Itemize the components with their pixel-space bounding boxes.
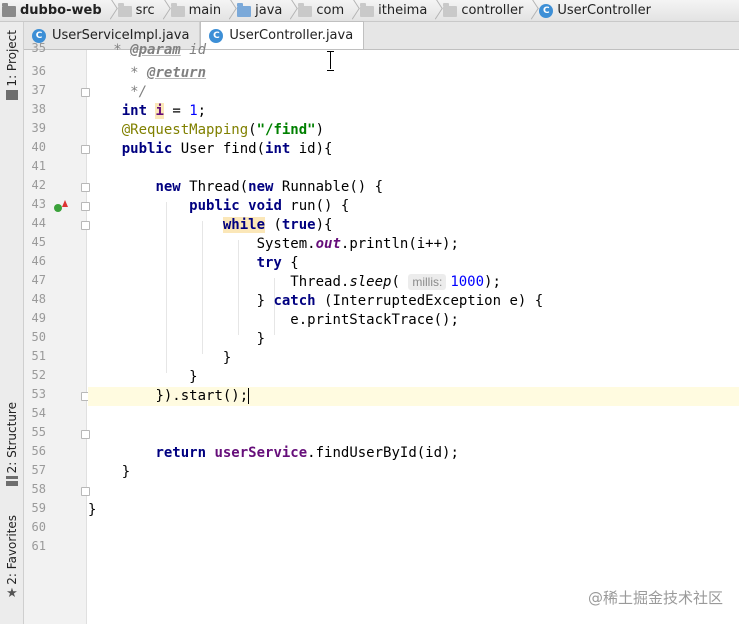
code-line-43: public void run() { bbox=[189, 198, 350, 214]
folder-icon bbox=[170, 3, 185, 17]
line-number: 52 bbox=[31, 368, 46, 382]
breadcrumb-item-java[interactable]: java bbox=[225, 0, 286, 21]
code-line-56: return userService.findUserById(id); bbox=[155, 445, 459, 461]
project-icon bbox=[6, 89, 18, 100]
line-number: 49 bbox=[31, 311, 46, 325]
code-line-37: */ bbox=[121, 84, 148, 100]
code-line-47: Thread.sleep( millis: 1000); bbox=[290, 274, 501, 290]
code-line-46: try { bbox=[256, 255, 299, 271]
code-line-57: } bbox=[121, 464, 131, 480]
line-number: 53 bbox=[31, 387, 46, 401]
package-icon bbox=[360, 3, 375, 17]
breadcrumb-item-itheima[interactable]: itheima bbox=[348, 0, 431, 21]
line-number: 57 bbox=[31, 463, 46, 477]
code-line-36: * @return bbox=[121, 65, 207, 81]
text-cursor-icon bbox=[326, 51, 335, 71]
line-number: 55 bbox=[31, 425, 46, 439]
line-number: 43 bbox=[31, 197, 46, 211]
override-arrow-icon[interactable] bbox=[62, 200, 68, 207]
line-number: 44 bbox=[31, 216, 46, 230]
class-icon: C bbox=[539, 3, 554, 18]
source-folder-icon bbox=[237, 3, 252, 17]
code-line-50: } bbox=[256, 331, 266, 347]
breadcrumb-item-dubbo-web[interactable]: dubbo-web bbox=[0, 0, 106, 21]
line-number: 47 bbox=[31, 273, 46, 287]
line-number: 41 bbox=[31, 159, 46, 173]
structure-icon bbox=[6, 476, 18, 487]
favorites-tool-button[interactable]: 2: Favorites ★ bbox=[0, 515, 24, 601]
code-line-49: e.printStackTrace(); bbox=[290, 312, 459, 328]
code-line-44: while (true){ bbox=[222, 217, 333, 233]
package-icon bbox=[298, 3, 313, 17]
line-number: 39 bbox=[31, 121, 46, 135]
navigation-breadcrumb: dubbo-web src main java com itheima cont… bbox=[0, 0, 739, 22]
package-icon bbox=[443, 3, 458, 17]
line-number: 60 bbox=[31, 520, 46, 534]
line-number: 37 bbox=[31, 83, 46, 97]
code-line-42: new Thread(new Runnable() { bbox=[155, 179, 384, 195]
tab-usercontroller[interactable]: C UserController.java bbox=[200, 21, 365, 49]
line-number: 40 bbox=[31, 140, 46, 154]
module-folder-icon bbox=[2, 3, 16, 17]
structure-tool-button[interactable]: 2: Structure bbox=[0, 402, 24, 487]
code-line-59: } bbox=[88, 502, 97, 518]
line-number: 36 bbox=[31, 64, 46, 78]
breadcrumb-item-src[interactable]: src bbox=[106, 0, 159, 21]
code-area[interactable]: * @param id * @return */ int i = 1; @Req… bbox=[88, 42, 739, 624]
line-number: 46 bbox=[31, 254, 46, 268]
code-line-53-current: }).start(); bbox=[88, 387, 739, 406]
breadcrumb-item-controller[interactable]: controller bbox=[431, 0, 527, 21]
project-tool-button[interactable]: 1: Project bbox=[0, 30, 24, 100]
code-line-45: System.out.println(i++); bbox=[256, 236, 459, 252]
implementation-marker-icon[interactable] bbox=[54, 204, 62, 212]
line-number: 38 bbox=[31, 102, 46, 116]
watermark: @稀土掘金技术社区 bbox=[587, 589, 723, 607]
line-number: 48 bbox=[31, 292, 46, 306]
line-number: 42 bbox=[31, 178, 46, 192]
code-line-52: } bbox=[189, 369, 198, 385]
code-line-38: int i = 1; bbox=[121, 103, 207, 119]
editor-gutter: 35 36 37 38 39 40 41 42 43 44 45 46 47 4… bbox=[24, 41, 90, 624]
line-number: 61 bbox=[31, 539, 46, 553]
code-line-48: } catch (InterruptedException e) { bbox=[256, 293, 544, 309]
line-number: 51 bbox=[31, 349, 46, 363]
line-number: 35 bbox=[31, 41, 46, 55]
class-icon: C bbox=[209, 28, 224, 43]
left-tool-strip: 1: Project 2: Structure 2: Favorites ★ bbox=[0, 22, 24, 624]
code-editor[interactable]: 35 36 37 38 39 40 41 42 43 44 45 46 47 4… bbox=[24, 41, 739, 624]
code-line-35: * @param id bbox=[88, 42, 207, 58]
line-number: 59 bbox=[31, 501, 46, 515]
breadcrumb-item-com[interactable]: com bbox=[286, 0, 348, 21]
line-number: 50 bbox=[31, 330, 46, 344]
parameter-hint: millis: bbox=[408, 274, 447, 290]
breadcrumb-item-main[interactable]: main bbox=[159, 0, 225, 21]
line-number: 54 bbox=[31, 406, 46, 420]
star-icon: ★ bbox=[6, 585, 18, 601]
breadcrumb-item-usercontroller[interactable]: C UserController bbox=[527, 0, 655, 21]
code-line-40: public User find(int id){ bbox=[121, 141, 333, 157]
text-caret bbox=[248, 388, 250, 404]
line-number: 58 bbox=[31, 482, 46, 496]
line-number: 45 bbox=[31, 235, 46, 249]
code-line-51: } bbox=[222, 350, 232, 366]
code-line-39: @RequestMapping("/find") bbox=[121, 122, 325, 138]
folder-icon bbox=[117, 3, 132, 17]
line-number: 56 bbox=[31, 444, 46, 458]
